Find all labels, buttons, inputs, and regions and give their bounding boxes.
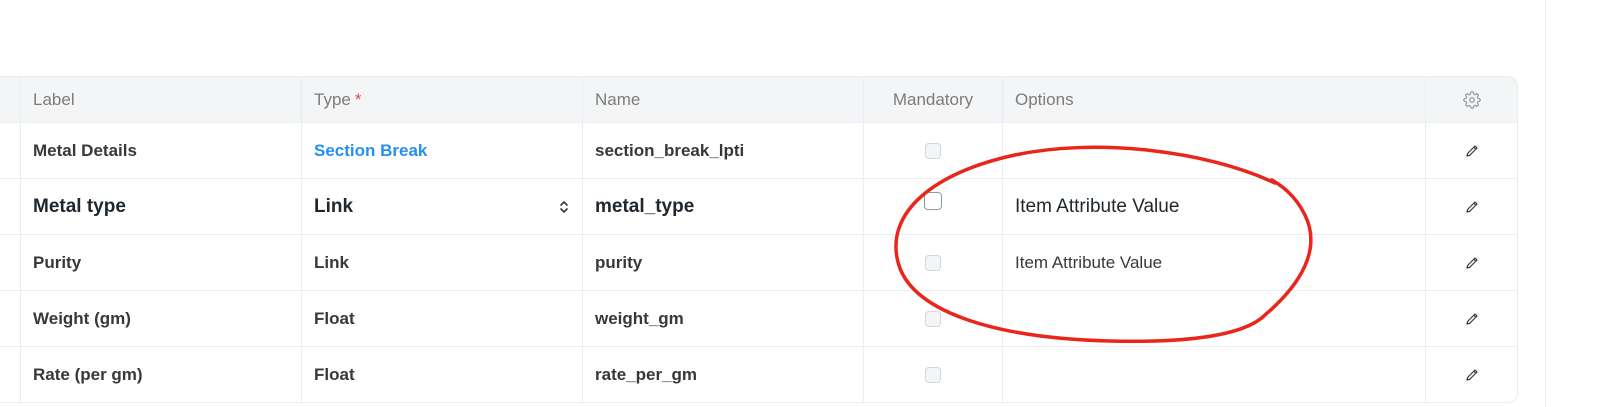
- pencil-icon[interactable]: [1464, 255, 1480, 271]
- type-value: Float: [314, 364, 355, 384]
- name-value: weight_gm: [595, 308, 684, 328]
- column-header-type-label: Type: [314, 89, 351, 109]
- type-cell[interactable]: Float: [302, 347, 583, 402]
- mandatory-checkbox[interactable]: [925, 310, 941, 327]
- name-cell[interactable]: metal_type: [583, 179, 864, 234]
- options-value: Item Attribute Value: [1015, 252, 1163, 272]
- options-cell[interactable]: Item Attribute Value: [1003, 179, 1426, 234]
- row-index-header: [0, 77, 21, 122]
- label-value: Purity: [33, 252, 82, 272]
- mandatory-cell: [864, 179, 1003, 234]
- column-header-label: Label: [21, 77, 302, 122]
- edit-row-button[interactable]: [1426, 291, 1517, 346]
- options-cell[interactable]: [1003, 291, 1426, 346]
- edit-row-button[interactable]: [1426, 179, 1517, 234]
- name-value: rate_per_gm: [595, 364, 698, 384]
- column-settings-button[interactable]: [1426, 77, 1517, 122]
- label-value: Metal Details: [33, 140, 137, 160]
- name-cell[interactable]: section_break_lpti: [583, 123, 864, 178]
- type-cell[interactable]: Link: [302, 235, 583, 290]
- row-index: [0, 291, 21, 346]
- type-cell[interactable]: Section Break: [302, 123, 583, 178]
- column-header-type: Type *: [302, 77, 583, 122]
- name-cell[interactable]: weight_gm: [583, 291, 864, 346]
- mandatory-checkbox[interactable]: [925, 142, 941, 159]
- row-index: [0, 347, 21, 402]
- options-value: Item Attribute Value: [1015, 195, 1180, 217]
- select-arrows-icon[interactable]: [558, 198, 570, 216]
- mandatory-cell: [864, 347, 1003, 402]
- mandatory-cell: [864, 123, 1003, 178]
- name-value: metal_type: [595, 195, 695, 217]
- label-cell[interactable]: Metal type: [21, 179, 302, 234]
- mandatory-cell: [864, 291, 1003, 346]
- table-row-editing[interactable]: Metal type Link metal_type Item Attribut…: [0, 179, 1517, 235]
- type-cell[interactable]: Float: [302, 291, 583, 346]
- page: Label Type * Name Mandatory Options Metal…: [0, 0, 1599, 407]
- row-index: [0, 179, 21, 234]
- name-value: purity: [595, 252, 643, 272]
- column-header-options: Options: [1003, 77, 1426, 122]
- options-cell[interactable]: [1003, 123, 1426, 178]
- name-cell[interactable]: rate_per_gm: [583, 347, 864, 402]
- type-select[interactable]: Link: [302, 179, 583, 234]
- mandatory-cell: [864, 235, 1003, 290]
- type-value: Link: [314, 252, 349, 272]
- label-value: Rate (per gm): [33, 364, 143, 384]
- label-cell[interactable]: Weight (gm): [21, 291, 302, 346]
- row-index: [0, 123, 21, 178]
- edit-row-button[interactable]: [1426, 123, 1517, 178]
- label-value: Metal type: [33, 195, 126, 217]
- options-cell[interactable]: Item Attribute Value: [1003, 235, 1426, 290]
- type-value: Float: [314, 308, 355, 328]
- column-header-mandatory: Mandatory: [864, 77, 1003, 122]
- fields-table: Label Type * Name Mandatory Options Metal…: [0, 76, 1518, 403]
- table-row[interactable]: Metal Details Section Break section_brea…: [0, 123, 1517, 179]
- type-value: Section Break: [314, 140, 428, 160]
- label-cell[interactable]: Metal Details: [21, 123, 302, 178]
- pencil-icon[interactable]: [1464, 143, 1480, 159]
- pencil-icon[interactable]: [1464, 199, 1480, 215]
- table-row[interactable]: Rate (per gm) Float rate_per_gm: [0, 347, 1517, 402]
- column-header-type-text: Type *: [314, 90, 361, 110]
- pencil-icon[interactable]: [1464, 367, 1480, 383]
- required-mark: *: [354, 89, 362, 109]
- table-header-row: Label Type * Name Mandatory Options: [0, 77, 1517, 123]
- table-row[interactable]: Purity Link purity Item Attribute Value: [0, 235, 1517, 291]
- mandatory-checkbox[interactable]: [925, 366, 941, 383]
- mandatory-checkbox[interactable]: [925, 254, 941, 271]
- label-cell[interactable]: Purity: [21, 235, 302, 290]
- name-cell[interactable]: purity: [583, 235, 864, 290]
- row-index: [0, 235, 21, 290]
- mandatory-checkbox[interactable]: [924, 191, 942, 210]
- edit-row-button[interactable]: [1426, 235, 1517, 290]
- pencil-icon[interactable]: [1464, 311, 1480, 327]
- name-value: section_break_lpti: [595, 140, 745, 160]
- table-row[interactable]: Weight (gm) Float weight_gm: [0, 291, 1517, 347]
- label-value: Weight (gm): [33, 308, 131, 328]
- label-cell[interactable]: Rate (per gm): [21, 347, 302, 402]
- edit-row-button[interactable]: [1426, 347, 1517, 402]
- gear-icon[interactable]: [1462, 90, 1481, 109]
- type-value: Link: [314, 195, 354, 217]
- page-divider: [1545, 0, 1546, 407]
- options-cell[interactable]: [1003, 347, 1426, 402]
- column-header-name: Name: [583, 77, 864, 122]
